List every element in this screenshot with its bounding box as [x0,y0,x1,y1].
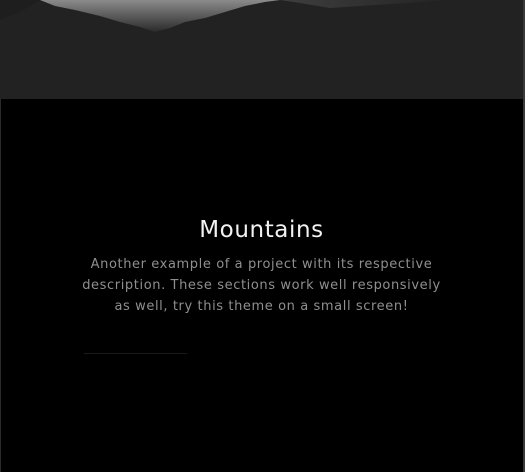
page: Mountains Another example of a project w… [0,0,525,472]
project-description: Another example of a project with its re… [82,257,441,314]
mountain-image [0,0,523,99]
divider [84,353,187,354]
project-title: Mountains [199,217,324,243]
project-section: Mountains Another example of a project w… [0,99,523,472]
